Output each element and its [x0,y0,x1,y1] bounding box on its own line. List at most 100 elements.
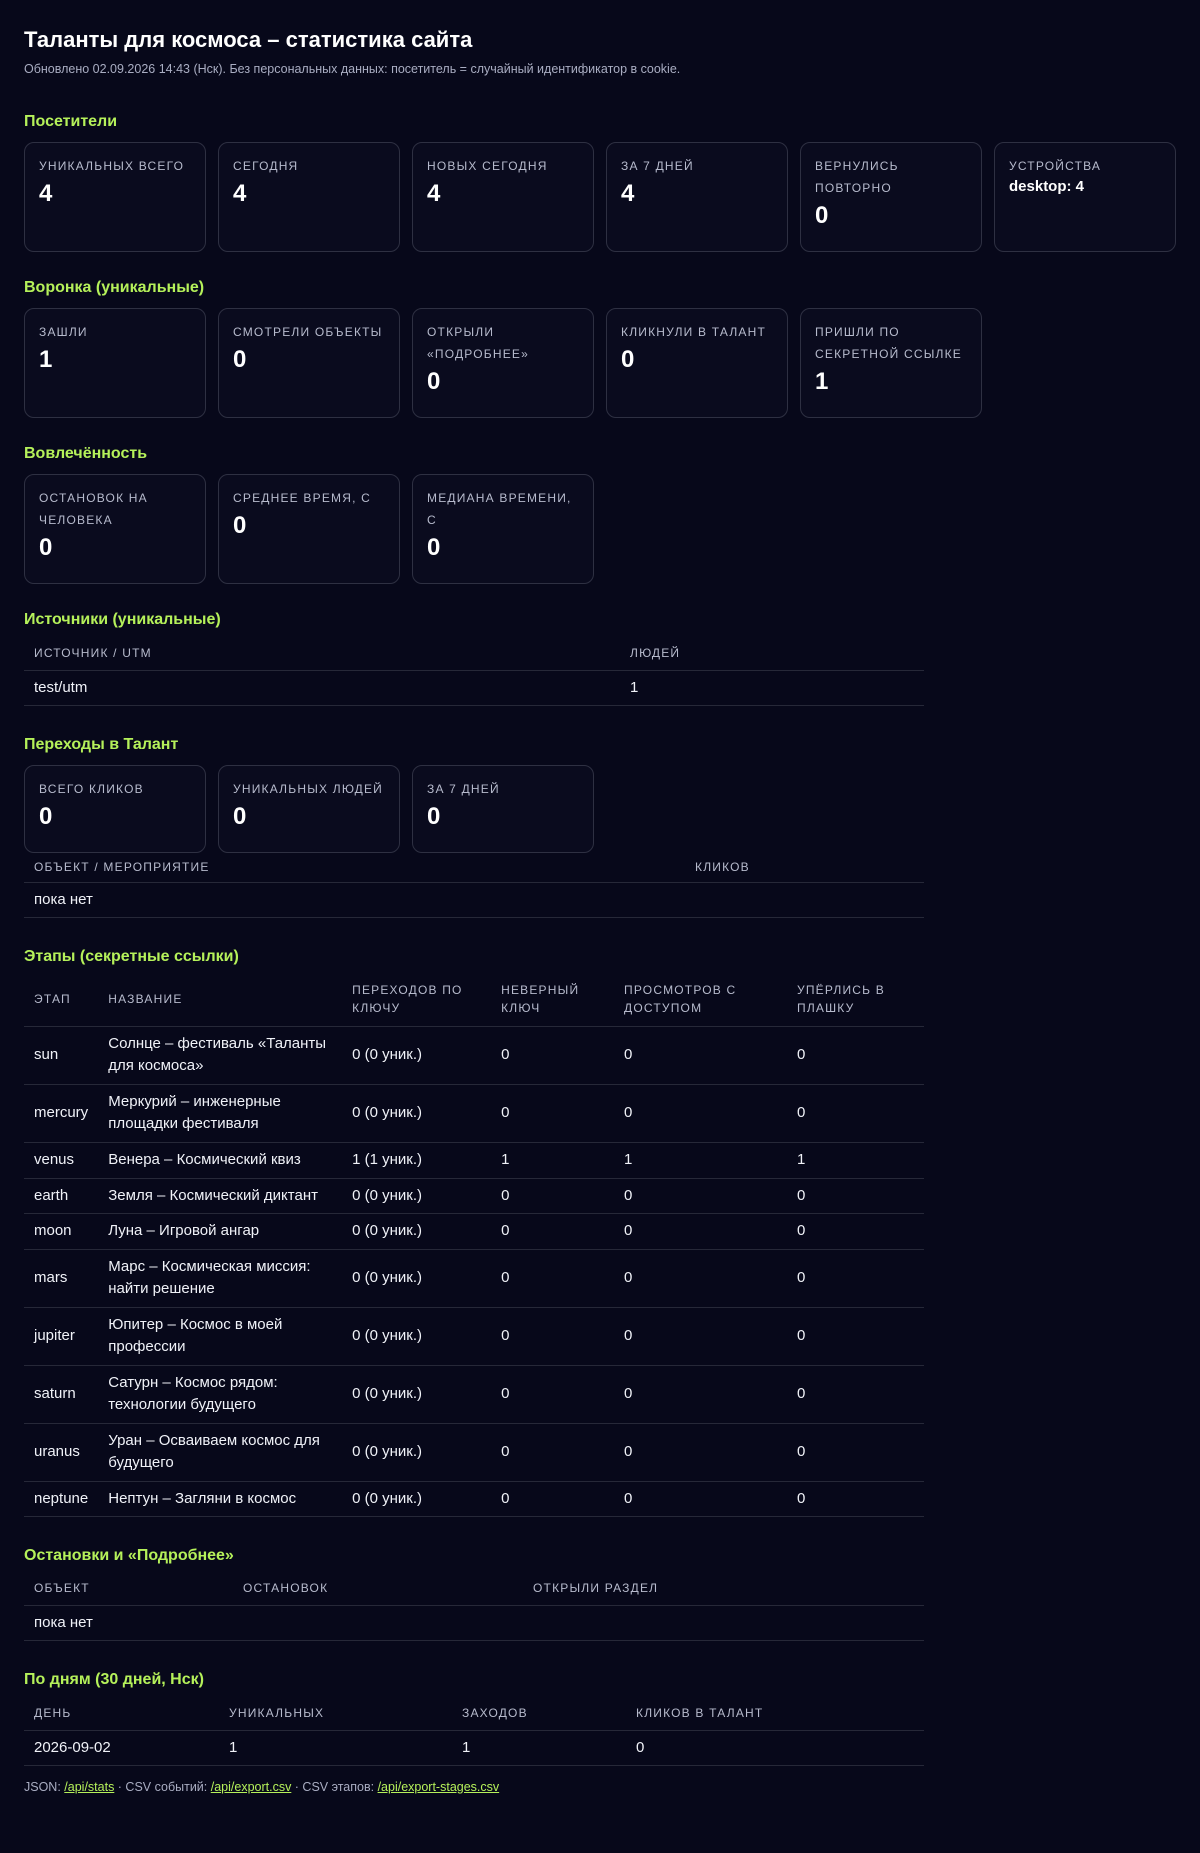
cell-views: 0 [614,1213,787,1250]
column-header-source: Источник / UTM [24,636,620,671]
cell-views: 1 [614,1142,787,1179]
section-title-stops: Остановки и «Подробнее» [24,1546,234,1564]
stat-value: 0 [427,368,441,395]
stat-value: 0 [815,202,829,229]
cell-views: 0 [614,1026,787,1085]
page-subtitle: Обновлено 02.09.2026 14:43 (Нск). Без пе… [24,62,681,76]
stat-value: 0 [39,802,53,830]
column-header-unique: Уникальных [219,1696,452,1731]
stat-card-stops-per-person: Остановок на человека 0 [24,474,206,584]
cell-stage: moon [24,1213,99,1250]
cell-stage: jupiter [24,1307,99,1366]
stat-label: Открыли «Подробнее» [427,325,529,361]
stat-value: 4 [39,180,53,207]
stat-label: Медиана времени, с [427,491,572,527]
json-stats-link[interactable]: /api/stats [64,1780,114,1794]
cell-views: 0 [614,1178,787,1214]
talent-cards: Всего кликов 0 Уникальных людей 0 За 7 д… [24,764,1176,853]
cell-unique: 1 [219,1730,452,1766]
stat-label: Остановок на человека [39,491,148,527]
stat-label: Среднее время, с [233,491,372,505]
section-title-stages: Этапы (секретные ссылки) [24,948,239,965]
cell-wrong-key: 0 [491,1084,615,1143]
table-header-row: Объект Остановок Открыли раздел [24,1571,924,1606]
stat-label: Смотрели объекты [233,325,383,339]
cell-talent-clicks: 0 [626,1730,924,1766]
stat-label: Вернулись повторно [815,159,899,195]
footer-csv-events-label: · CSV событий: [114,1779,211,1794]
csv-stages-link[interactable]: /api/export-stages.csv [378,1780,500,1794]
cell-wrong-key: 0 [491,1026,615,1085]
cell-source: test/utm [24,670,620,706]
cell-banner: 0 [787,1249,924,1308]
column-header-name: Название [98,973,343,1027]
cell-banner: 0 [787,1307,924,1366]
stat-card-devices: Устройства desktop: 4 [994,142,1176,252]
stat-label: Кликнули в Талант [621,325,767,339]
cell-name: Юпитер – Космос в моей профессии [98,1307,343,1366]
table-row: mercury Меркурий – инженерные площадки ф… [24,1084,924,1143]
cell-stage: neptune [24,1481,99,1517]
page-title: Таланты для космоса – статистика сайта [24,27,473,52]
stat-value: 4 [427,180,441,207]
empty-placeholder: пока нет [24,1605,924,1641]
cell-transitions: 0 (0 уник.) [342,1213,492,1250]
cell-name: Земля – Космический диктант [98,1178,343,1214]
cell-views: 0 [614,1084,787,1143]
stat-label: Уникальных людей [233,781,383,796]
column-header-people: Людей [620,636,924,671]
cell-wrong-key: 1 [491,1142,615,1179]
visitors-cards: Уникальных всего 4 Сегодня 4 Новых сегод… [24,142,1176,252]
cell-name: Луна – Игровой ангар [98,1213,343,1250]
stat-card-clicked-talent: Кликнули в Талант 0 [606,308,788,418]
cell-transitions: 1 (1 уник.) [342,1142,492,1179]
stat-value: 0 [233,512,247,539]
section-title-daily: По дням (30 дней, Нск) [24,1671,204,1688]
table-header-row: Этап Название Переходов по ключу Неверны… [24,973,924,1027]
table-row: пока нет [24,1605,924,1641]
column-header-views-with-access: Просмотров с доступом [614,973,787,1027]
stat-label: Зашли [39,325,88,339]
table-row: 2026-09-02 1 1 0 [24,1730,924,1766]
stat-label: За 7 дней [427,781,500,796]
cell-views: 0 [614,1249,787,1308]
footer-links: JSON: /api/stats · CSV событий: /api/exp… [24,1780,1176,1794]
cell-visits: 1 [452,1730,626,1766]
table-row: sun Солнце – фестиваль «Таланты для косм… [24,1026,924,1085]
stat-card-returned: Вернулись повторно 0 [800,142,982,252]
column-header-object: Объект [24,1571,233,1606]
cell-banner: 0 [787,1178,924,1214]
cell-name: Меркурий – инженерные площадки фестиваля [98,1084,343,1143]
stat-label: За 7 дней [621,159,694,173]
cell-transitions: 0 (0 уник.) [342,1084,492,1143]
column-header-object: Объект / мероприятие [24,852,685,883]
stat-value: 4 [621,180,635,207]
cell-name: Сатурн – Космос рядом: технологии будуще… [98,1365,343,1424]
column-header-visits: Заходов [452,1696,626,1731]
stat-value: desktop: 4 [1009,178,1085,195]
cell-stage: sun [24,1026,99,1085]
stat-card-today: Сегодня 4 [218,142,400,252]
column-header-day: День [24,1696,219,1731]
column-header-stops: Остановок [233,1571,523,1606]
stat-card-secret-link: Пришли по секретной ссылке 1 [800,308,982,418]
stat-card-new-today: Новых сегодня 4 [412,142,594,252]
cell-transitions: 0 (0 уник.) [342,1026,492,1085]
stat-label: Пришли по секретной ссылке [815,325,962,361]
section-title-visitors: Посетители [24,113,118,130]
stat-card-talent-7-days: За 7 дней 0 [412,764,594,853]
csv-events-link[interactable]: /api/export.csv [211,1780,292,1794]
stat-value: 0 [233,346,247,373]
table-row: mars Марс – Космическая миссия: найти ре… [24,1249,924,1308]
cell-wrong-key: 0 [491,1423,615,1482]
table-row: uranus Уран – Осваиваем космос для будущ… [24,1423,924,1482]
cell-transitions: 0 (0 уник.) [342,1423,492,1482]
cell-stage: mars [24,1249,99,1308]
cell-wrong-key: 0 [491,1365,615,1424]
cell-stage: venus [24,1142,99,1179]
stat-card-viewed-objects: Смотрели объекты 0 [218,308,400,418]
cell-banner: 0 [787,1213,924,1250]
funnel-cards: Зашли 1 Смотрели объекты 0 Открыли «Подр… [24,308,1176,418]
column-header-hit-banner: Упёрлись в плашку [787,973,924,1027]
stages-table: Этап Название Переходов по ключу Неверны… [24,973,924,1517]
